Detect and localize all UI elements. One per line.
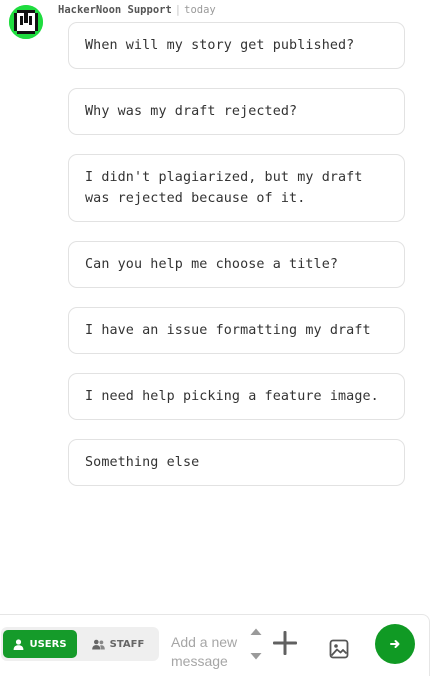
message-timestamp: today (184, 4, 216, 16)
image-icon[interactable] (328, 638, 350, 660)
option-label: I didn't plagiarized, but my draft was r… (85, 170, 363, 206)
plus-icon[interactable] (272, 630, 298, 656)
option-label: Can you help me choose a title? (85, 257, 339, 272)
staff-toggle-button[interactable]: STAFF (80, 630, 156, 658)
message-header: HackerNoon Support | today (58, 3, 216, 17)
user-icon (14, 638, 24, 650)
quick-reply-option[interactable]: I have an issue formatting my draft (68, 307, 405, 354)
option-label: When will my story get published? (85, 38, 355, 53)
option-label: I need help picking a feature image. (85, 389, 379, 404)
option-label: Something else (85, 455, 200, 470)
users-toggle-button[interactable]: USERS (3, 630, 77, 658)
message-input[interactable] (171, 633, 245, 669)
header-separator: | (174, 4, 182, 16)
quick-reply-option[interactable]: When will my story get published? (68, 22, 405, 69)
quick-reply-option[interactable]: Something else (68, 439, 405, 486)
quick-reply-options: When will my story get published? Why wa… (68, 22, 405, 505)
option-label: Why was my draft rejected? (85, 104, 298, 119)
users-label: USERS (29, 638, 67, 650)
hackernoon-logo-icon (9, 5, 43, 39)
author-name: HackerNoon Support (58, 4, 172, 16)
quick-reply-option[interactable]: I didn't plagiarized, but my draft was r… (68, 154, 405, 222)
up-down-arrows-icon[interactable] (249, 626, 263, 662)
option-label: I have an issue formatting my draft (85, 323, 371, 338)
quick-reply-option[interactable]: Why was my draft rejected? (68, 88, 405, 135)
quick-reply-option[interactable]: Can you help me choose a title? (68, 241, 405, 288)
send-button[interactable] (375, 624, 415, 664)
quick-reply-option[interactable]: I need help picking a feature image. (68, 373, 405, 420)
staff-label: STAFF (109, 638, 145, 650)
support-avatar (9, 5, 43, 39)
users-group-icon (91, 639, 105, 649)
arrow-right-icon (390, 640, 400, 648)
